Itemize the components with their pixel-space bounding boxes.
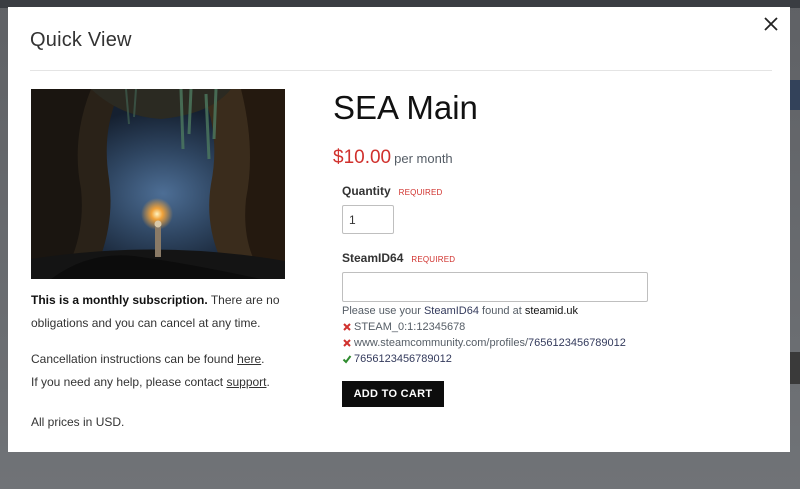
help-suffix: . <box>266 375 270 389</box>
add-to-cart-button[interactable]: ADD TO CART <box>342 381 444 407</box>
example-text: www.steamcommunity.com/profiles/ <box>354 337 529 349</box>
subscription-description: This is a monthly subscription. There ar… <box>31 289 281 335</box>
product-title: SEA Main <box>333 89 478 126</box>
example-valid-steamid64: 7656123456789012 <box>342 353 452 365</box>
header-divider <box>30 70 772 71</box>
background-banner-edge <box>790 80 800 110</box>
example-strong-text: 7656123456789012 <box>528 337 626 349</box>
hint-field: SteamID64 <box>423 305 479 317</box>
hint-prefix: Please use your <box>342 305 424 317</box>
quantity-input[interactable] <box>342 205 394 234</box>
example-invalid-steam-id: STEAM_0:1:12345678 <box>342 321 465 333</box>
quantity-label-text: Quantity <box>342 184 391 198</box>
steamid-input[interactable] <box>342 272 648 302</box>
close-icon[interactable] <box>760 13 782 35</box>
cancellation-link[interactable]: here <box>237 352 261 366</box>
subscription-bold-text: This is a monthly subscription. <box>31 293 208 307</box>
steamid-label: SteamID64 REQUIRED <box>342 251 455 265</box>
example-strong-text: 7656123456789012 <box>354 353 452 365</box>
steamid-label-text: SteamID64 <box>342 251 404 265</box>
example-text: STEAM_0:1:12345678 <box>354 321 466 333</box>
cancel-text: Cancellation instructions can be found <box>31 352 238 366</box>
hint-site: steamid.uk <box>524 305 579 317</box>
support-link[interactable]: support <box>226 375 266 389</box>
currency-note: All prices in USD. <box>31 415 125 429</box>
example-invalid-profile-url: www.steamcommunity.com/profiles/76561234… <box>342 337 626 349</box>
steamid-hint: Please use your SteamID64 found at steam… <box>342 305 578 317</box>
product-image <box>31 89 285 279</box>
price-amount: $10.00 <box>333 147 392 168</box>
cancel-suffix: . <box>261 352 265 366</box>
cancellation-info: Cancellation instructions can be found h… <box>31 348 281 394</box>
quantity-required-badge: REQUIRED <box>398 188 443 197</box>
quantity-label: Quantity REQUIRED <box>342 184 443 198</box>
price: $10.00 per month <box>333 147 453 169</box>
modal-title: Quick View <box>30 29 132 51</box>
hint-middle: found at <box>478 305 525 317</box>
price-period: per month <box>394 151 453 166</box>
quick-view-modal: Quick View This is a monthly subscriptio… <box>8 7 790 452</box>
x-mark-icon <box>343 339 351 347</box>
background-button-edge <box>790 352 800 384</box>
check-mark-icon <box>342 355 352 364</box>
help-text: If you need any help, please contact <box>31 375 227 389</box>
steamid-required-badge: REQUIRED <box>411 255 456 264</box>
x-mark-icon <box>343 323 351 331</box>
